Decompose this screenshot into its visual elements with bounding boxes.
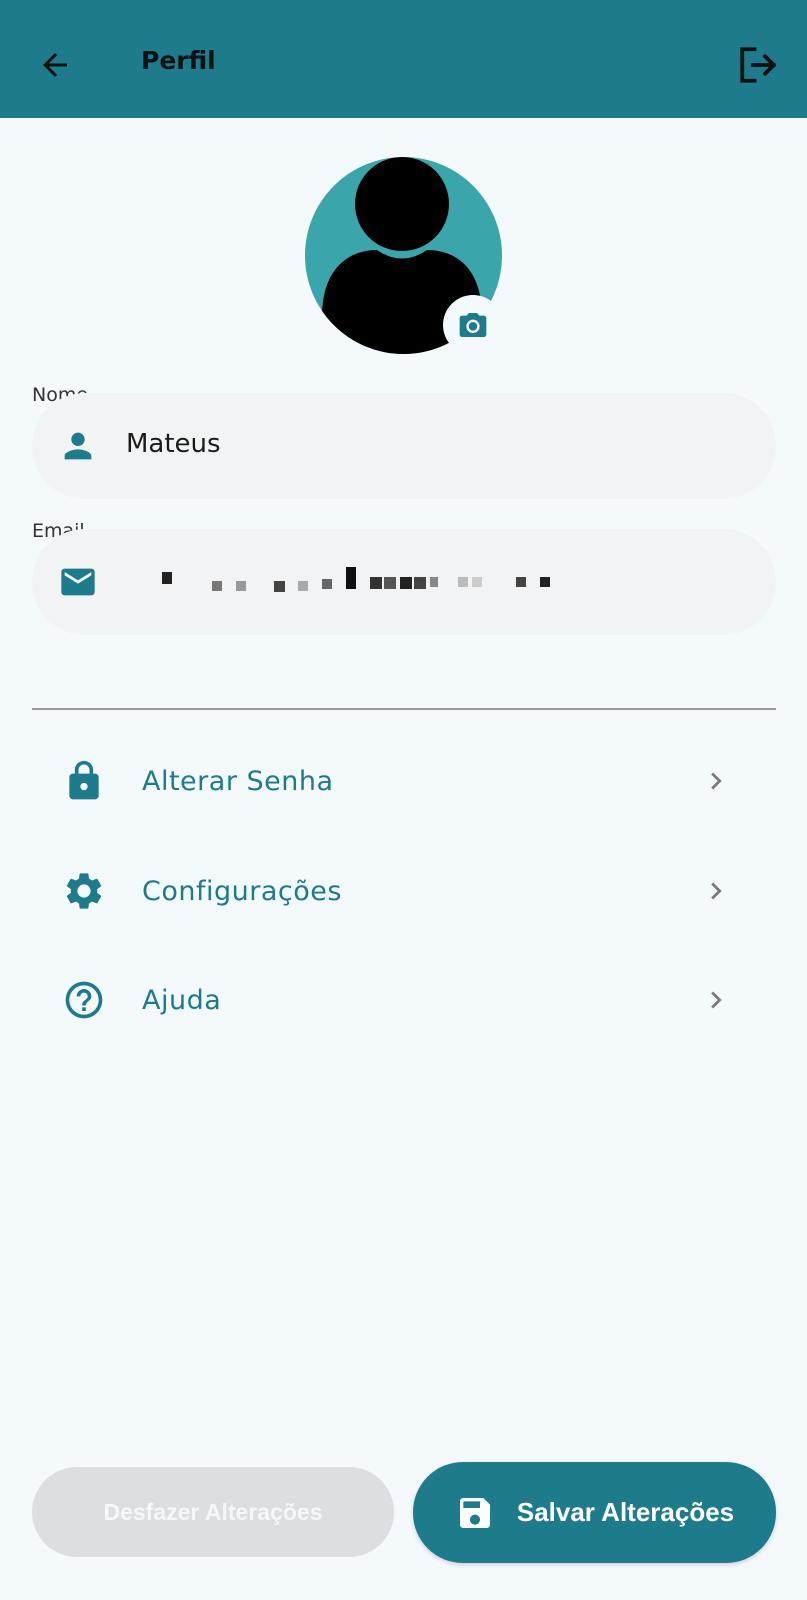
divider (32, 708, 776, 710)
chevron-right-icon (698, 982, 734, 1018)
name-field[interactable]: Mateus (32, 393, 776, 499)
mail-icon (58, 562, 98, 602)
undo-changes-button[interactable]: Desfazer Alterações (32, 1467, 394, 1557)
menu-item-help[interactable]: Ajuda (32, 955, 776, 1045)
gear-icon (62, 869, 106, 913)
menu-item-label: Alterar Senha (142, 766, 334, 797)
back-button[interactable] (30, 40, 80, 90)
menu-item-change-password[interactable]: Alterar Senha (32, 736, 776, 826)
lock-icon (62, 759, 106, 803)
arrow-left-icon (43, 53, 67, 77)
page-title: Perfil (141, 46, 216, 75)
undo-changes-label: Desfazer Alterações (103, 1498, 323, 1525)
app-bar: Perfil (0, 0, 807, 118)
menu-item-settings[interactable]: Configurações (32, 846, 776, 936)
menu-item-label: Configurações (142, 876, 342, 907)
person-icon (58, 426, 98, 466)
email-field[interactable] (32, 529, 776, 635)
save-changes-label: Salvar Alterações (516, 1497, 735, 1527)
logout-button[interactable] (732, 39, 784, 91)
save-changes-button[interactable]: Salvar Alterações (413, 1462, 776, 1563)
save-icon (455, 1493, 495, 1533)
logout-icon (740, 47, 776, 83)
help-circle-icon (62, 978, 106, 1022)
menu-item-label: Ajuda (142, 985, 222, 1016)
camera-icon (459, 313, 487, 337)
email-value-redacted (128, 565, 550, 605)
chevron-right-icon (698, 763, 734, 799)
change-photo-button[interactable] (443, 295, 503, 355)
chevron-right-icon (698, 873, 734, 909)
avatar-container (305, 157, 503, 355)
name-value: Mateus (126, 429, 221, 459)
